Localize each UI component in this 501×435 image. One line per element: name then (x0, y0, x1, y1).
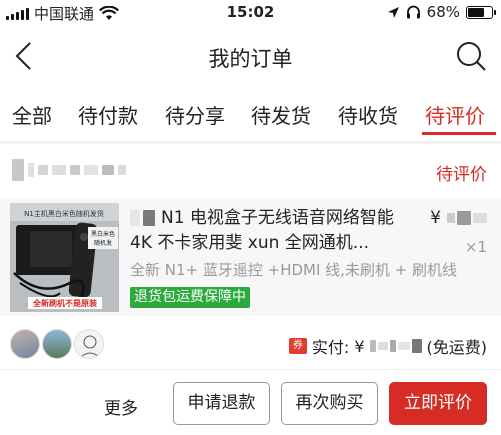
navigation-bar: 我的订单 (0, 30, 501, 82)
more-button[interactable]: 更多 (104, 394, 138, 419)
image-label-1: 黑白米色 (91, 230, 115, 238)
search-icon[interactable] (455, 40, 487, 72)
avatar (10, 329, 40, 359)
status-right: 68% (387, 3, 496, 21)
rebuy-button[interactable]: 再次购买 (281, 382, 378, 425)
product-image: N1主机黑白米色随机发货 黑白米色 随机发 全新刷机不是原装 (10, 203, 119, 312)
product-name: N1 电视盒子无线语音网络智能 4K 不卡家用斐 xun 全网通机... (130, 206, 410, 256)
status-bar: 中国联通 15:02 68% (0, 0, 501, 26)
avatar (42, 329, 72, 359)
location-arrow-icon (387, 6, 399, 18)
avatar (74, 329, 104, 359)
paid-symbol: ¥ (354, 336, 365, 356)
product-image-art: N1主机黑白米色随机发货 黑白米色 随机发 全新刷机不是原装 (10, 203, 119, 312)
divider (0, 142, 501, 144)
shipping-note: (免运费) (426, 338, 488, 357)
shop-name-redacted (12, 158, 126, 182)
image-caption-top: N1主机黑白米色随机发货 (24, 209, 104, 218)
order-status: 待评价 (436, 165, 487, 185)
tab-pending-shipment[interactable]: 待发货 (251, 100, 311, 129)
product-name-text: N1 电视盒子无线语音网络智能 4K 不卡家用斐 xun 全网通机... (130, 208, 394, 253)
tab-all[interactable]: 全部 (12, 100, 52, 129)
headphones-icon (406, 5, 420, 19)
tab-pending-receipt[interactable]: 待收货 (338, 100, 398, 129)
group-avatars (10, 329, 104, 359)
shop-header[interactable]: 待评价 (0, 146, 501, 196)
paid-redacted (369, 339, 422, 353)
coupon-icon: 券 (288, 338, 307, 354)
order-actions: 更多 申请退款 再次购买 立即评价 (0, 378, 501, 435)
product-quantity: ×1 (464, 238, 487, 256)
battery-percent: 68% (426, 3, 460, 21)
tab-pending-review[interactable]: 待评价 (425, 100, 485, 129)
review-button[interactable]: 立即评价 (389, 382, 487, 425)
image-caption-bottom: 全新刷机不是原装 (32, 298, 97, 308)
price-redacted (447, 211, 487, 225)
redacted-text (130, 210, 155, 226)
page-title: 我的订单 (208, 47, 293, 71)
price-symbol: ¥ (430, 208, 441, 228)
active-tab-indicator (422, 132, 496, 135)
image-label-2: 随机发 (94, 239, 112, 247)
order-tabs: 全部 待付款 待分享 待发货 待收货 待评价 (0, 92, 501, 142)
product-spec: 全新 N1+ 蓝牙遥控 +HDMI 线,未刷机 + 刷机线 (130, 261, 458, 279)
tab-pending-share[interactable]: 待分享 (165, 100, 225, 129)
product-price: ¥ (430, 208, 487, 228)
paid-amount: 券 实付: ¥ (免运费) (288, 334, 488, 358)
refund-button[interactable]: 申请退款 (173, 382, 270, 425)
tab-pending-payment[interactable]: 待付款 (78, 100, 138, 129)
product-item[interactable]: N1主机黑白米色随机发货 黑白米色 随机发 全新刷机不是原装 N1 电视盒子无线… (0, 198, 501, 316)
return-shipping-badge: 退货包运费保障中 (130, 287, 250, 308)
order-summary: 券 实付: ¥ (免运费) (0, 320, 501, 370)
battery-fill (468, 7, 484, 17)
battery-icon (466, 5, 496, 19)
paid-label: 实付: (311, 338, 350, 357)
